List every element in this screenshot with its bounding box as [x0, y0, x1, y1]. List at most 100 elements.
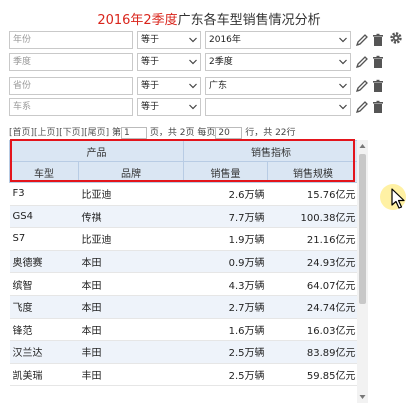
filter-value: 2016年 [209, 35, 241, 45]
pager-page-prefix: 第 [112, 128, 122, 138]
column-header-volume[interactable]: 销售量 [183, 161, 268, 183]
pager-row-info: 行，共 22行 [245, 128, 296, 138]
scroll-down-arrow-icon[interactable] [359, 394, 366, 400]
table-row[interactable]: 飞度 本田 2.7万辆 24.74亿元 [9, 295, 359, 319]
chevron-down-icon [339, 37, 347, 43]
pager-page-size-input[interactable]: 20 [215, 126, 243, 139]
filter-field-input[interactable]: 年份 [9, 31, 133, 49]
cell-model: 奥德赛 [9, 250, 79, 274]
table-row[interactable]: 缤智 本田 4.3万辆 64.07亿元 [9, 272, 359, 296]
group-header-product: 产品 [9, 140, 184, 162]
table-scrollbar[interactable] [357, 140, 368, 403]
filter-field-input[interactable]: 车系 [9, 98, 133, 116]
cell-brand: 比亚迪 [78, 227, 184, 251]
filter-operator-select[interactable]: 等于 [137, 31, 201, 49]
edit-icon[interactable] [355, 100, 369, 114]
pager-first-link[interactable]: [首页] [9, 128, 34, 138]
chevron-down-icon [189, 59, 197, 65]
filter-operator-select[interactable]: 等于 [137, 77, 201, 95]
cell-volume: 2.5万辆 [183, 340, 268, 364]
cell-volume: 2.6万辆 [183, 182, 268, 206]
table-row[interactable]: 锋范 本田 1.6万辆 16.03亿元 [9, 318, 359, 342]
cell-model: F3 [9, 182, 79, 206]
pager: [首页][上页][下页][尾页] 第1 页，共 2页 每页 20 行，共 22行 [9, 125, 296, 139]
cell-brand: 比亚迪 [78, 182, 184, 206]
cell-brand: 本田 [78, 295, 184, 319]
pager-last-link[interactable]: [尾页] [84, 128, 109, 138]
edit-icon[interactable] [355, 55, 369, 69]
sales-table-container: 产品 销售指标 车型 品牌 销售量 销售规模 F3 比亚迪 2.6万辆 15.76亿元… [9, 140, 369, 403]
edit-icon[interactable] [355, 79, 369, 93]
cell-revenue: 24.74亿元 [267, 295, 359, 319]
cell-volume: 0.9万辆 [183, 250, 268, 274]
delete-icon[interactable] [371, 33, 385, 47]
cell-revenue: 64.07亿元 [267, 272, 359, 296]
filter-operator-value: 等于 [141, 57, 160, 67]
gear-icon[interactable] [388, 30, 404, 46]
chevron-down-icon [339, 59, 347, 65]
filter-value-select[interactable]: 2016年 [205, 31, 351, 49]
cell-brand: 本田 [78, 250, 184, 274]
cell-volume: 2.5万辆 [183, 363, 268, 387]
cell-brand: 传祺 [78, 205, 184, 229]
filter-value-select[interactable] [205, 98, 351, 116]
cell-brand: 本田 [78, 318, 184, 342]
cell-volume: 1.9万辆 [183, 227, 268, 251]
cell-volume: 4.3万辆 [183, 272, 268, 296]
cell-model: GS4 [9, 205, 79, 229]
filter-row-quarter: 季度 等于 2季度 [9, 53, 389, 71]
pager-page-info: 页，共 2页 每页 [149, 128, 216, 138]
pager-prev-link[interactable]: [上页] [34, 128, 59, 138]
table-row[interactable]: 奥德赛 本田 0.9万辆 24.93亿元 [9, 250, 359, 274]
delete-icon[interactable] [371, 100, 385, 114]
column-header-brand[interactable]: 品牌 [78, 161, 184, 183]
cell-revenue: 15.76亿元 [267, 182, 359, 206]
cell-model: 汉兰达 [9, 340, 79, 364]
filter-field-input[interactable]: 季度 [9, 53, 133, 71]
group-header-sales-metrics: 销售指标 [183, 140, 359, 162]
column-header-revenue[interactable]: 销售规模 [267, 161, 359, 183]
filter-operator-select[interactable]: 等于 [137, 53, 201, 71]
chevron-down-icon [189, 83, 197, 89]
cell-model: S7 [9, 227, 79, 251]
cell-revenue: 100.38亿元 [267, 205, 359, 229]
chevron-down-icon [189, 37, 197, 43]
table-row[interactable]: 汉兰达 丰田 2.5万辆 83.89亿元 [9, 340, 359, 364]
cell-model: 锋范 [9, 318, 79, 342]
scrollbar-thumb[interactable] [359, 154, 366, 304]
chevron-down-icon [339, 104, 347, 110]
pager-current-page-input[interactable]: 1 [121, 126, 148, 139]
table-body: F3 比亚迪 2.6万辆 15.76亿元 GS4 传祺 7.7万辆 100.38亿元 S7 比亚迪… [9, 182, 359, 387]
title-rest: 广东各车型销售情况分析 [177, 13, 321, 28]
chevron-down-icon [339, 83, 347, 89]
cell-model: 凯美瑞 [9, 363, 79, 387]
cell-volume: 1.6万辆 [183, 318, 268, 342]
filter-row-year: 年份 等于 2016年 [9, 31, 389, 49]
filter-value-select[interactable]: 2季度 [205, 53, 351, 71]
cell-revenue: 83.89亿元 [267, 340, 359, 364]
table-row[interactable]: S7 比亚迪 1.9万辆 21.16亿元 [9, 227, 359, 251]
cell-revenue: 59.85亿元 [267, 363, 359, 387]
page-title: 2016年2季度广东各车型销售情况分析 [0, 9, 418, 28]
table-group-header-row: 产品 销售指标 [9, 140, 359, 162]
filter-value: 广东 [209, 81, 228, 91]
edit-icon[interactable] [355, 33, 369, 47]
filter-value-select[interactable]: 广东 [205, 77, 351, 95]
filter-operator-value: 等于 [141, 81, 160, 91]
filter-value: 2季度 [209, 57, 233, 67]
filter-operator-select[interactable]: 等于 [137, 98, 201, 116]
table-row[interactable]: 凯美瑞 丰田 2.5万辆 59.85亿元 [9, 363, 359, 387]
delete-icon[interactable] [371, 79, 385, 93]
cell-revenue: 16.03亿元 [267, 318, 359, 342]
pager-next-link[interactable]: [下页] [59, 128, 84, 138]
cell-model: 飞度 [9, 295, 79, 319]
column-header-model[interactable]: 车型 [9, 161, 79, 183]
scroll-up-arrow-icon[interactable] [359, 143, 366, 149]
cell-volume: 7.7万辆 [183, 205, 268, 229]
cell-volume: 2.7万辆 [183, 295, 268, 319]
delete-icon[interactable] [371, 55, 385, 69]
cell-revenue: 24.93亿元 [267, 250, 359, 274]
filter-field-input[interactable]: 省份 [9, 77, 133, 95]
table-row[interactable]: F3 比亚迪 2.6万辆 15.76亿元 [9, 182, 359, 206]
table-row[interactable]: GS4 传祺 7.7万辆 100.38亿元 [9, 205, 359, 229]
